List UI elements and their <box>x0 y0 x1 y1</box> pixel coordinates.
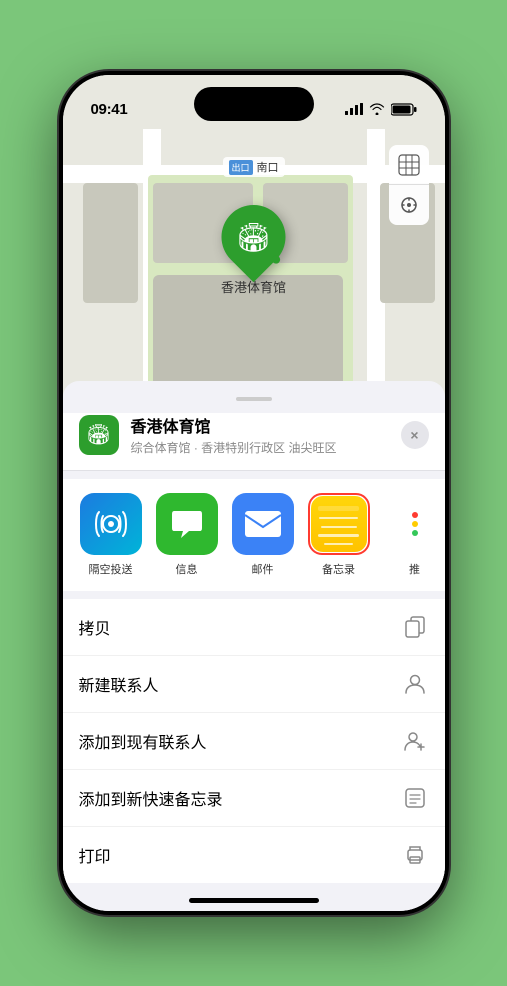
stadium-icon: 🏟 <box>236 221 272 254</box>
wifi-icon <box>369 103 385 115</box>
share-notes[interactable]: 备忘录 <box>307 493 371 577</box>
map-type-icon <box>398 154 420 176</box>
action-add-contact-label: 添加到现有联系人 <box>79 729 207 753</box>
notes-inner <box>311 496 367 552</box>
compass-icon <box>400 196 418 214</box>
dot-yellow <box>412 521 418 527</box>
mail-svg <box>243 509 283 539</box>
action-new-contact-label: 新建联系人 <box>79 672 159 696</box>
action-add-note[interactable]: 添加到新快速备忘录 <box>63 770 445 827</box>
airdrop-svg <box>93 506 129 542</box>
share-airdrop[interactable]: 隔空投送 <box>79 493 143 577</box>
location-pin: 🏟 香港体育馆 <box>221 205 286 296</box>
bottom-sheet: 🏟 香港体育馆 综合体育馆 · 香港特别行政区 油尖旺区 × <box>63 381 445 911</box>
map-label: 出口 南口 <box>222 157 284 177</box>
person-add-icon <box>401 727 429 755</box>
location-info: 香港体育馆 综合体育馆 · 香港特别行政区 油尖旺区 <box>131 413 401 456</box>
messages-icon <box>156 493 218 555</box>
print-icon <box>401 841 429 869</box>
location-name: 香港体育馆 <box>131 413 401 437</box>
status-icons <box>345 103 417 116</box>
location-subtitle: 综合体育馆 · 香港特别行政区 油尖旺区 <box>131 439 401 456</box>
messages-label: 信息 <box>176 561 198 577</box>
close-button[interactable]: × <box>401 421 429 449</box>
share-more[interactable]: 推 <box>383 493 445 577</box>
notes-icon <box>308 493 370 555</box>
airdrop-icon <box>80 493 142 555</box>
map-label-text: 南口 <box>257 159 279 175</box>
more-label: 推 <box>409 561 420 577</box>
location-button[interactable] <box>389 185 429 225</box>
action-list: 拷贝 新建联系人 <box>63 599 445 883</box>
more-dots-container <box>395 493 435 555</box>
map-type-button[interactable] <box>389 145 429 185</box>
map-controls <box>389 145 429 225</box>
action-copy[interactable]: 拷贝 <box>63 599 445 656</box>
location-header: 🏟 香港体育馆 综合体育馆 · 香港特别行政区 油尖旺区 × <box>63 413 445 471</box>
airdrop-label: 隔空投送 <box>89 561 133 577</box>
pin-circle: 🏟 <box>208 192 299 283</box>
map-label-badge: 出口 <box>228 160 252 175</box>
home-indicator-space <box>63 883 445 911</box>
copy-icon <box>401 613 429 641</box>
status-time: 09:41 <box>91 101 128 118</box>
action-print-label: 打印 <box>79 843 111 867</box>
home-indicator <box>189 898 319 903</box>
phone-frame: 09:41 <box>59 71 449 915</box>
note-add-icon <box>401 784 429 812</box>
action-add-contact[interactable]: 添加到现有联系人 <box>63 713 445 770</box>
person-icon <box>401 670 429 698</box>
location-venue-icon: 🏟 <box>79 415 119 455</box>
share-row: 隔空投送 信息 <box>63 479 445 591</box>
mail-icon <box>232 493 294 555</box>
share-messages[interactable]: 信息 <box>155 493 219 577</box>
dynamic-island <box>194 87 314 121</box>
action-copy-label: 拷贝 <box>79 615 111 639</box>
sheet-handle <box>236 397 272 401</box>
dot-green <box>412 530 418 536</box>
battery-icon <box>391 103 417 116</box>
messages-svg <box>168 505 206 543</box>
action-add-note-label: 添加到新快速备忘录 <box>79 786 223 810</box>
phone-screen: 09:41 <box>63 75 445 911</box>
action-print[interactable]: 打印 <box>63 827 445 883</box>
mail-label: 邮件 <box>252 561 274 577</box>
action-new-contact[interactable]: 新建联系人 <box>63 656 445 713</box>
dot-red <box>412 512 418 518</box>
signal-icon <box>345 103 363 115</box>
notes-label: 备忘录 <box>322 561 355 577</box>
share-mail[interactable]: 邮件 <box>231 493 295 577</box>
